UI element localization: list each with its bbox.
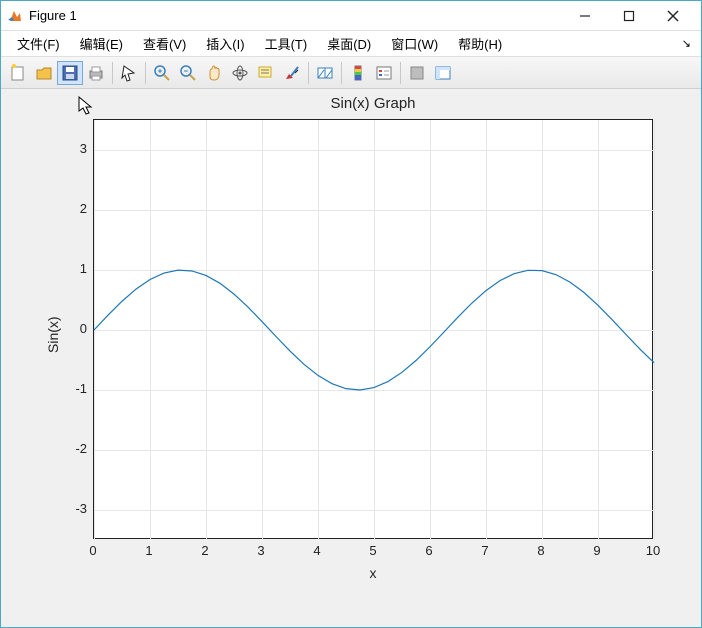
dock-arrow-icon[interactable]: ↘ (682, 37, 695, 50)
menubar: 文件(F) 编辑(E) 查看(V) 插入(I) 工具(T) 桌面(D) 窗口(W… (1, 31, 701, 57)
x-tick-label: 2 (195, 543, 215, 558)
rotate-3d-button[interactable] (227, 61, 253, 85)
x-tick-label: 3 (251, 543, 271, 558)
maximize-button[interactable] (607, 2, 651, 30)
y-tick-label: 3 (65, 141, 87, 156)
zoom-in-button[interactable] (149, 61, 175, 85)
y-tick-label: -2 (65, 441, 87, 456)
menu-help[interactable]: 帮助(H) (448, 32, 512, 55)
minimize-button[interactable] (563, 2, 607, 30)
close-button[interactable] (651, 2, 695, 30)
menu-desktop[interactable]: 桌面(D) (317, 32, 381, 55)
figure-window: Figure 1 文件(F) 编辑(E) 查看(V) 插入(I) 工具(T) 桌… (0, 0, 702, 628)
link-plot-button[interactable] (312, 61, 338, 85)
brush-button[interactable] (279, 61, 305, 85)
open-file-button[interactable] (31, 61, 57, 85)
y-tick-label: -3 (65, 501, 87, 516)
menu-view[interactable]: 查看(V) (133, 32, 196, 55)
edit-plot-button[interactable] (116, 61, 142, 85)
x-tick-label: 8 (531, 543, 551, 558)
toolbar (1, 57, 701, 89)
x-tick-label: 5 (363, 543, 383, 558)
x-tick-label: 4 (307, 543, 327, 558)
plot-area: Sin(x) Graph 0 1 2 3 4 5 6 7 8 9 10 -3 -2 -1 0 1 2 3 x S… (1, 89, 701, 627)
matlab-icon (7, 8, 23, 24)
titlebar: Figure 1 (1, 1, 701, 31)
x-tick-label: 0 (83, 543, 103, 558)
insert-legend-button[interactable] (371, 61, 397, 85)
menu-edit[interactable]: 编辑(E) (70, 32, 133, 55)
x-tick-label: 1 (139, 543, 159, 558)
menu-tools[interactable]: 工具(T) (255, 32, 318, 55)
menu-insert[interactable]: 插入(I) (196, 32, 254, 55)
zoom-out-button[interactable] (175, 61, 201, 85)
window-title: Figure 1 (29, 8, 77, 23)
menu-file[interactable]: 文件(F) (7, 32, 70, 55)
axes[interactable] (93, 119, 653, 539)
x-axis-label: x (93, 565, 653, 581)
show-plot-tools-button[interactable] (430, 61, 456, 85)
new-figure-button[interactable] (5, 61, 31, 85)
y-tick-label: -1 (65, 381, 87, 396)
print-button[interactable] (83, 61, 109, 85)
y-tick-label: 2 (65, 201, 87, 216)
y-tick-label: 1 (65, 261, 87, 276)
chart-title: Sin(x) Graph (93, 95, 653, 112)
pan-button[interactable] (201, 61, 227, 85)
menu-window[interactable]: 窗口(W) (381, 32, 448, 55)
insert-colorbar-button[interactable] (345, 61, 371, 85)
hide-plot-tools-button[interactable] (404, 61, 430, 85)
x-tick-label: 10 (643, 543, 663, 558)
save-button[interactable] (57, 61, 83, 85)
grid-vline (654, 120, 655, 540)
y-tick-label: 0 (65, 321, 87, 336)
x-tick-label: 7 (475, 543, 495, 558)
y-axis-label: Sin(x) (45, 316, 61, 353)
data-cursor-button[interactable] (253, 61, 279, 85)
x-tick-label: 9 (587, 543, 607, 558)
x-tick-label: 6 (419, 543, 439, 558)
sine-line (94, 120, 654, 540)
